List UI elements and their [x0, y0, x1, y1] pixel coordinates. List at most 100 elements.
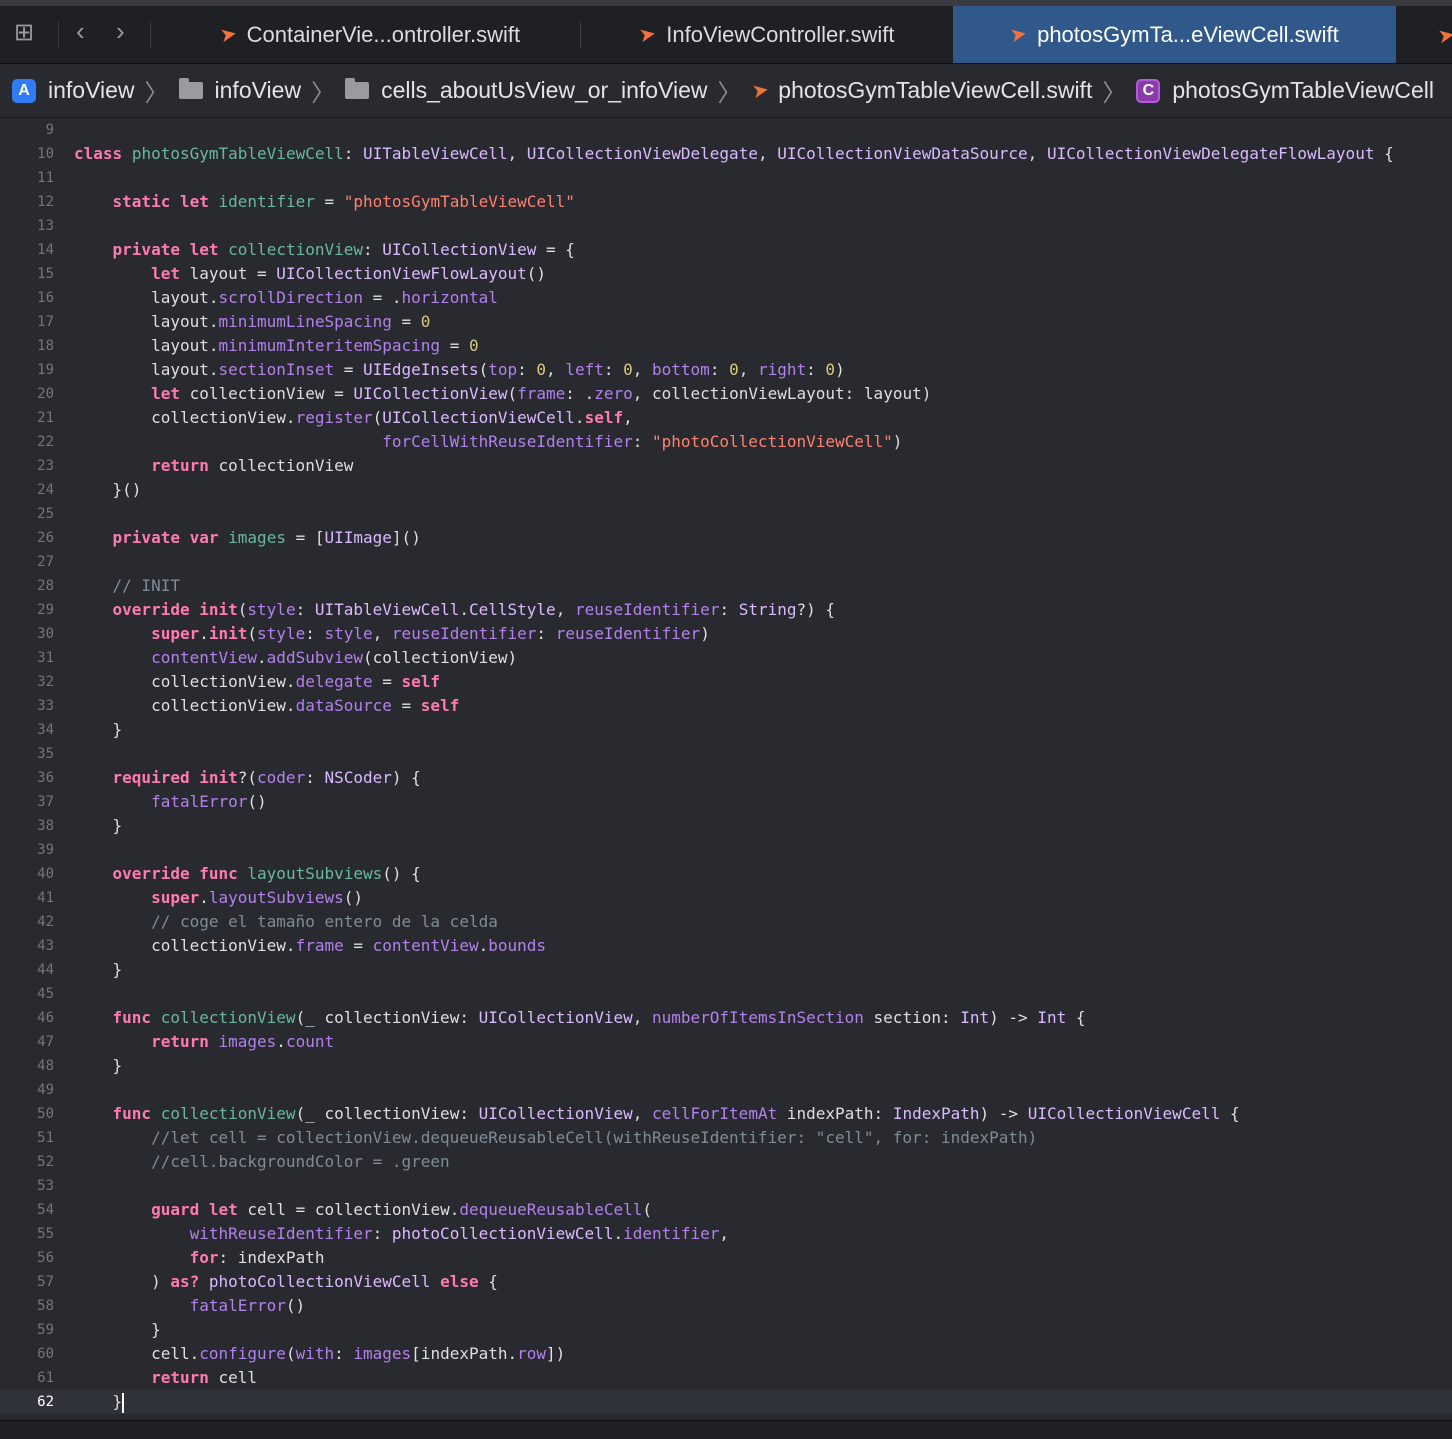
code-line[interactable]: 52 //cell.backgroundColor = .green [0, 1150, 1452, 1174]
code-line[interactable]: 38 } [0, 814, 1452, 838]
line-number: 47 [37, 1034, 54, 1050]
code-line[interactable]: 18 layout.minimumInteritemSpacing = 0 [0, 334, 1452, 358]
code-text: collectionView.delegate = self [74, 672, 441, 691]
code-line[interactable]: 51 //let cell = collectionView.dequeueRe… [0, 1126, 1452, 1150]
line-number: 62 [37, 1394, 54, 1410]
code-line[interactable]: 48 } [0, 1054, 1452, 1078]
code-line[interactable]: 34 } [0, 718, 1452, 742]
divider [150, 22, 151, 48]
code-editor[interactable]: 9 10 class photosGymTableViewCell: UITable… [0, 118, 1452, 1420]
code-line[interactable]: 9 [0, 118, 1452, 142]
breadcrumb-item-group[interactable]: infoView [178, 77, 301, 104]
code-line[interactable]: 17 layout.minimumLineSpacing = 0 [0, 310, 1452, 334]
code-line[interactable]: 33 collectionView.dataSource = self [0, 694, 1452, 718]
code-line[interactable]: 39 [0, 838, 1452, 862]
breadcrumb-label: photosGymTableViewCell [1172, 77, 1434, 103]
breadcrumb-item-file[interactable]: ➤ photosGymTableViewCell.swift [749, 77, 1093, 104]
line-number: 39 [37, 842, 54, 858]
breadcrumb-item-project[interactable]: A infoView [12, 77, 135, 104]
code-text: override init(style: UITableViewCell.Cel… [112, 600, 836, 619]
grid-icon[interactable]: ⊞ [14, 18, 34, 47]
code-line[interactable]: 58 fatalError() [0, 1294, 1452, 1318]
code-line[interactable]: 57 ) as? photoCollectionViewCell else { [0, 1270, 1452, 1294]
code-line[interactable]: 62 } [0, 1390, 1452, 1414]
code-text: fatalError() [189, 1296, 306, 1315]
code-line[interactable]: 27 [0, 550, 1452, 574]
tab-bar: ⊞ ‹ › ➤ ContainerVie...ontroller.swift ➤… [0, 0, 1452, 64]
folder-icon [345, 78, 370, 99]
code-line[interactable]: 60 cell.configure(with: images[indexPath… [0, 1342, 1452, 1366]
code-line[interactable]: 23 return collectionView [0, 454, 1452, 478]
line-number: 29 [37, 602, 54, 618]
code-line[interactable]: 45 [0, 982, 1452, 1006]
line-number: 40 [37, 866, 54, 882]
line-number: 41 [37, 890, 54, 906]
line-number: 27 [37, 554, 54, 570]
line-number: 50 [37, 1106, 54, 1122]
code-line[interactable]: 26 private var images = [UIImage]() [0, 526, 1452, 550]
code-line[interactable]: 41 super.layoutSubviews() [0, 886, 1452, 910]
code-line[interactable]: 21 collectionView.register(UICollectionV… [0, 406, 1452, 430]
bottom-bar [0, 1420, 1452, 1439]
code-line[interactable]: 43 collectionView.frame = contentView.bo… [0, 934, 1452, 958]
class-icon: C [1136, 78, 1161, 103]
code-line[interactable]: 19 layout.sectionInset = UIEdgeInsets(to… [0, 358, 1452, 382]
code-line[interactable]: 31 contentView.addSubview(collectionView… [0, 646, 1452, 670]
code-line[interactable]: 35 [0, 742, 1452, 766]
code-line[interactable]: 42 // coge el tamaño entero de la celda [0, 910, 1452, 934]
code-line[interactable]: 30 super.init(style: style, reuseIdentif… [0, 622, 1452, 646]
code-line[interactable]: 49 [0, 1078, 1452, 1102]
code-line[interactable]: 29 override init(style: UITableViewCell.… [0, 598, 1452, 622]
code-line[interactable]: 40 override func layoutSubviews() { [0, 862, 1452, 886]
line-number: 12 [37, 194, 54, 210]
code-text: //cell.backgroundColor = .green [74, 1152, 450, 1171]
folder-icon [178, 78, 203, 99]
line-number: 36 [37, 770, 54, 786]
forward-chevron-icon[interactable]: › [116, 16, 125, 47]
code-text: layout.sectionInset = UIEdgeInsets(top: … [74, 360, 845, 379]
breadcrumb-item-folder[interactable]: cells_aboutUsView_or_infoView [345, 77, 708, 104]
code-line[interactable]: 36 required init?(coder: NSCoder) { [0, 766, 1452, 790]
code-line[interactable]: 59 } [0, 1318, 1452, 1342]
code-line[interactable]: 25 [0, 502, 1452, 526]
code-line[interactable]: 61 return cell [0, 1366, 1452, 1390]
swift-file-icon: ➤ [637, 22, 659, 48]
code-line[interactable]: 10 class photosGymTableViewCell: UITableV… [0, 142, 1452, 166]
tab-photos-gym-table-view-cell[interactable]: ➤ photosGymTa...eViewCell.swift [953, 6, 1396, 63]
code-line[interactable]: 47 return images.count [0, 1030, 1452, 1054]
code-line[interactable]: 24 }() [0, 478, 1452, 502]
code-line[interactable]: 22 forCellWithReuseIdentifier: "photoCol… [0, 430, 1452, 454]
breadcrumb-item-class[interactable]: C photosGymTableViewCell [1136, 77, 1434, 104]
code-line[interactable]: 15 let layout = UICollectionViewFlowLayo… [0, 262, 1452, 286]
code-line[interactable]: 50 func collectionView(_ collectionView:… [0, 1102, 1452, 1126]
code-line[interactable]: 56 for: indexPath [0, 1246, 1452, 1270]
swift-file-icon: ➤ [749, 78, 771, 104]
code-text: forCellWithReuseIdentifier: "photoCollec… [382, 432, 903, 451]
swift-file-icon[interactable]: ➤ [1436, 22, 1452, 50]
line-number: 55 [37, 1226, 54, 1242]
line-number: 38 [37, 818, 54, 834]
code-line[interactable]: 20 let collectionView = UICollectionView… [0, 382, 1452, 406]
back-chevron-icon[interactable]: ‹ [76, 16, 85, 47]
code-line[interactable]: 32 collectionView.delegate = self [0, 670, 1452, 694]
code-line[interactable]: 12 static let identifier = "photosGymTab… [0, 190, 1452, 214]
code-line[interactable]: 44 } [0, 958, 1452, 982]
line-number: 57 [37, 1274, 54, 1290]
code-line[interactable]: 13 [0, 214, 1452, 238]
tab-info-view-controller[interactable]: ➤ InfoViewController.swift [582, 6, 952, 63]
code-text: static let identifier = "photosGymTableV… [112, 192, 575, 211]
line-number: 10 [37, 146, 54, 162]
tab-container-view-controller[interactable]: ➤ ContainerVie...ontroller.swift [160, 6, 580, 63]
code-line[interactable]: 53 [0, 1174, 1452, 1198]
code-line[interactable]: 28 // INIT [0, 574, 1452, 598]
code-line[interactable]: 55 withReuseIdentifier: photoCollectionV… [0, 1222, 1452, 1246]
code-line[interactable]: 37 fatalError() [0, 790, 1452, 814]
line-number: 17 [37, 314, 54, 330]
code-text: cell.configure(with: images[indexPath.ro… [74, 1344, 566, 1363]
code-line[interactable]: 14 private let collectionView: UICollect… [0, 238, 1452, 262]
code-line[interactable]: 16 layout.scrollDirection = .horizontal [0, 286, 1452, 310]
line-number: 24 [37, 482, 54, 498]
code-line[interactable]: 46 func collectionView(_ collectionView:… [0, 1006, 1452, 1030]
code-line[interactable]: 54 guard let cell = collectionView.deque… [0, 1198, 1452, 1222]
code-line[interactable]: 11 [0, 166, 1452, 190]
